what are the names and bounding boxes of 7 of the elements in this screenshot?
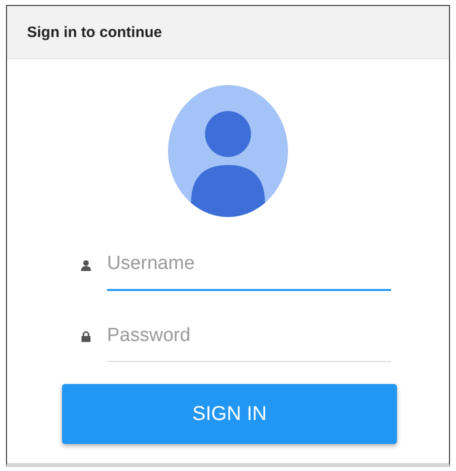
- username-field[interactable]: Username: [107, 239, 391, 291]
- password-field[interactable]: Password: [107, 311, 391, 362]
- sign-in-button[interactable]: SIGN IN: [62, 384, 397, 444]
- person-icon: [81, 260, 91, 270]
- avatar-icon: [168, 85, 288, 217]
- panel-title: Sign in to continue: [27, 24, 162, 40]
- lock-icon: [81, 331, 91, 342]
